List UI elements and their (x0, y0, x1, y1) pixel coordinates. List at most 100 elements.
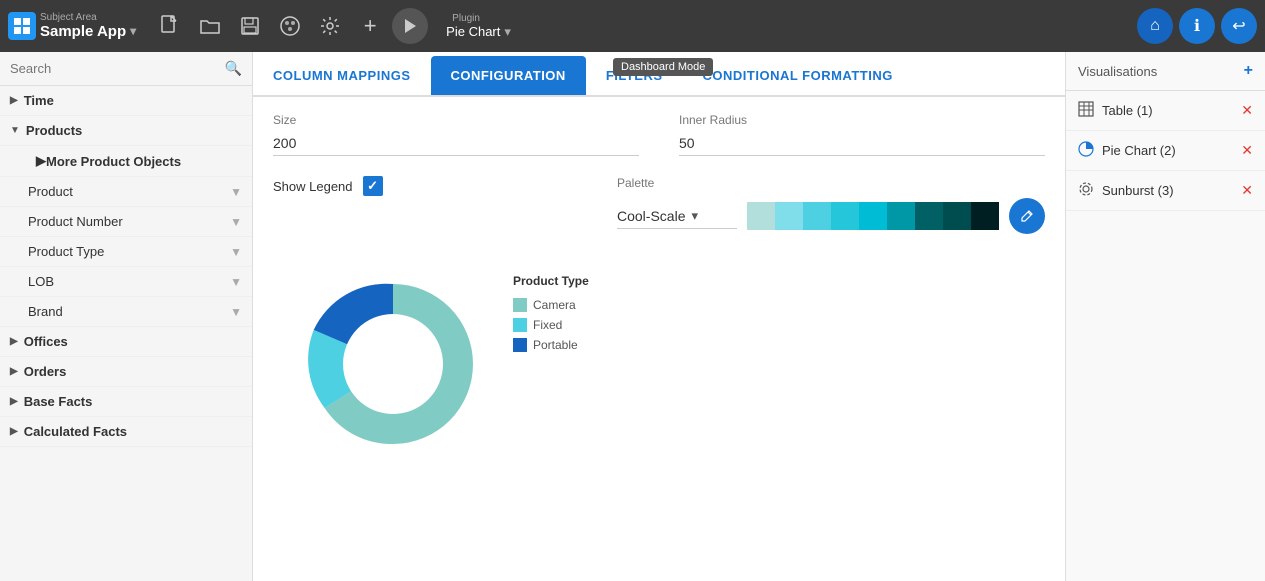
swatch-1 (747, 202, 775, 230)
show-legend-checkbox[interactable] (363, 176, 383, 196)
sidebar-item-offices[interactable]: ▶ Offices (0, 327, 252, 357)
palette-value: Cool-Scale (617, 208, 685, 224)
legend-label-fixed: Fixed (533, 318, 562, 332)
sidebar-item-orders[interactable]: ▶ Orders (0, 357, 252, 387)
size-input[interactable] (273, 131, 639, 156)
sidebar-item-lob[interactable]: LOB ▼ (0, 267, 252, 297)
sidebar-item-label: Product Type (28, 244, 104, 259)
vis-label-sunburst: Sunburst (3) (1102, 183, 1233, 198)
filter-icon: ▼ (230, 305, 242, 319)
sidebar-item-label: Time (24, 93, 54, 108)
filter-icon: ▼ (230, 185, 242, 199)
palette-edit-button[interactable] (1009, 198, 1045, 234)
sidebar-item-product-type[interactable]: Product Type ▼ (0, 237, 252, 267)
vis-item-sunburst[interactable]: Sunburst (3) ✕ (1066, 171, 1265, 211)
sidebar-item-products[interactable]: ▼ Products (0, 116, 252, 146)
swatch-8 (943, 202, 971, 230)
add-visualisation-button[interactable]: + (1244, 62, 1253, 80)
sidebar-item-more-product-objects[interactable]: ▶ More Product Objects (0, 146, 252, 177)
legend-item-portable: Portable (513, 338, 589, 352)
sidebar-item-product[interactable]: Product ▼ (0, 177, 252, 207)
add-button[interactable]: + (352, 8, 388, 44)
sidebar-item-label: More Product Objects (46, 154, 181, 169)
legend-item-fixed: Fixed (513, 318, 589, 332)
chevron-right-icon: ▶ (10, 426, 18, 437)
inner-radius-input[interactable] (679, 131, 1045, 156)
search-bar: 🔍 (0, 52, 252, 86)
vis-label-table: Table (1) (1102, 103, 1233, 118)
sidebar-item-label: Base Facts (24, 394, 93, 409)
show-legend-container: Show Legend (273, 176, 577, 212)
swatch-7 (915, 202, 943, 230)
config-panel: Size Inner Radius Show Legend (253, 97, 1065, 581)
home-button[interactable]: ⌂ (1137, 8, 1173, 44)
sidebar: 🔍 ▶ Time ▼ Products ▶ More Product Objec… (0, 52, 253, 581)
palette-container: Palette Cool-Scale ▾ (617, 176, 1045, 234)
open-folder-button[interactable] (192, 8, 228, 44)
legend-title: Product Type (513, 274, 589, 288)
pie-chart-icon (1078, 141, 1094, 160)
sidebar-item-label: Product Number (28, 214, 123, 229)
swatch-5 (859, 202, 887, 230)
donut-hole (343, 314, 443, 414)
chevron-right-icon: ▶ (36, 153, 46, 169)
chevron-down-icon: ▼ (10, 125, 20, 136)
legend-swatch-camera (513, 298, 527, 312)
app-name[interactable]: Sample App ▾ (40, 23, 136, 40)
chevron-right-icon: ▶ (10, 366, 18, 377)
swatch-4 (831, 202, 859, 230)
tab-column-mappings[interactable]: COLUMN MAPPINGS (253, 56, 431, 95)
remove-sunburst-button[interactable]: ✕ (1241, 182, 1253, 199)
chart-preview: Product Type Camera Fixed Portable (273, 254, 1045, 474)
legend-label-portable: Portable (533, 338, 578, 352)
subject-area-label: Subject Area (40, 13, 136, 23)
inner-radius-label: Inner Radius (679, 113, 1045, 127)
app-logo (8, 12, 36, 40)
filter-icon: ▼ (230, 275, 242, 289)
size-label: Size (273, 113, 639, 127)
plugin-select[interactable]: Pie Chart ▾ (446, 24, 511, 40)
donut-chart (293, 264, 493, 464)
sidebar-item-calculated-facts[interactable]: ▶ Calculated Facts (0, 417, 252, 447)
vis-item-pie-chart[interactable]: Pie Chart (2) ✕ (1066, 131, 1265, 171)
palette-label: Palette (617, 176, 1045, 190)
remove-pie-chart-button[interactable]: ✕ (1241, 142, 1253, 159)
sidebar-item-time[interactable]: ▶ Time (0, 86, 252, 116)
legend-item-camera: Camera (513, 298, 589, 312)
tab-conditional-formatting[interactable]: CONDITIONAL FORMATTING (683, 56, 913, 95)
app-dropdown-icon[interactable]: ▾ (130, 24, 136, 38)
tooltip-badge: Dashboard Mode (613, 58, 713, 73)
info-button[interactable]: ℹ (1179, 8, 1215, 44)
sidebar-item-label: Brand (28, 304, 63, 319)
settings-button[interactable] (312, 8, 348, 44)
share-button[interactable]: ↩ (1221, 8, 1257, 44)
swatch-9 (971, 202, 999, 230)
vis-item-table[interactable]: Table (1) ✕ (1066, 91, 1265, 131)
sidebar-item-label: Offices (24, 334, 68, 349)
save-button[interactable] (232, 8, 268, 44)
visualisations-label: Visualisations (1078, 64, 1157, 79)
sidebar-item-product-number[interactable]: Product Number ▼ (0, 207, 252, 237)
palette-button[interactable] (272, 8, 308, 44)
filter-icon: ▼ (230, 215, 242, 229)
sidebar-item-label: LOB (28, 274, 54, 289)
remove-table-button[interactable]: ✕ (1241, 102, 1253, 119)
sidebar-item-label: Calculated Facts (24, 424, 127, 439)
tab-configuration[interactable]: CONFIGURATION (431, 56, 586, 95)
sidebar-item-base-facts[interactable]: ▶ Base Facts (0, 387, 252, 417)
right-panel: Visualisations + Table (1) ✕ (1065, 52, 1265, 581)
play-button[interactable] (392, 8, 428, 44)
legend-swatch-portable (513, 338, 527, 352)
visualisations-header: Visualisations + (1066, 52, 1265, 91)
filter-icon: ▼ (230, 245, 242, 259)
sidebar-item-brand[interactable]: Brand ▼ (0, 297, 252, 327)
palette-dropdown-icon: ▾ (691, 208, 698, 224)
swatch-2 (775, 202, 803, 230)
sidebar-item-label: Products (26, 123, 82, 138)
search-button[interactable]: 🔍 (225, 60, 242, 77)
palette-select[interactable]: Cool-Scale ▾ (617, 204, 737, 229)
new-document-button[interactable] (152, 8, 188, 44)
sidebar-item-label: Product (28, 184, 73, 199)
legend-label-camera: Camera (533, 298, 576, 312)
search-input[interactable] (10, 61, 225, 76)
